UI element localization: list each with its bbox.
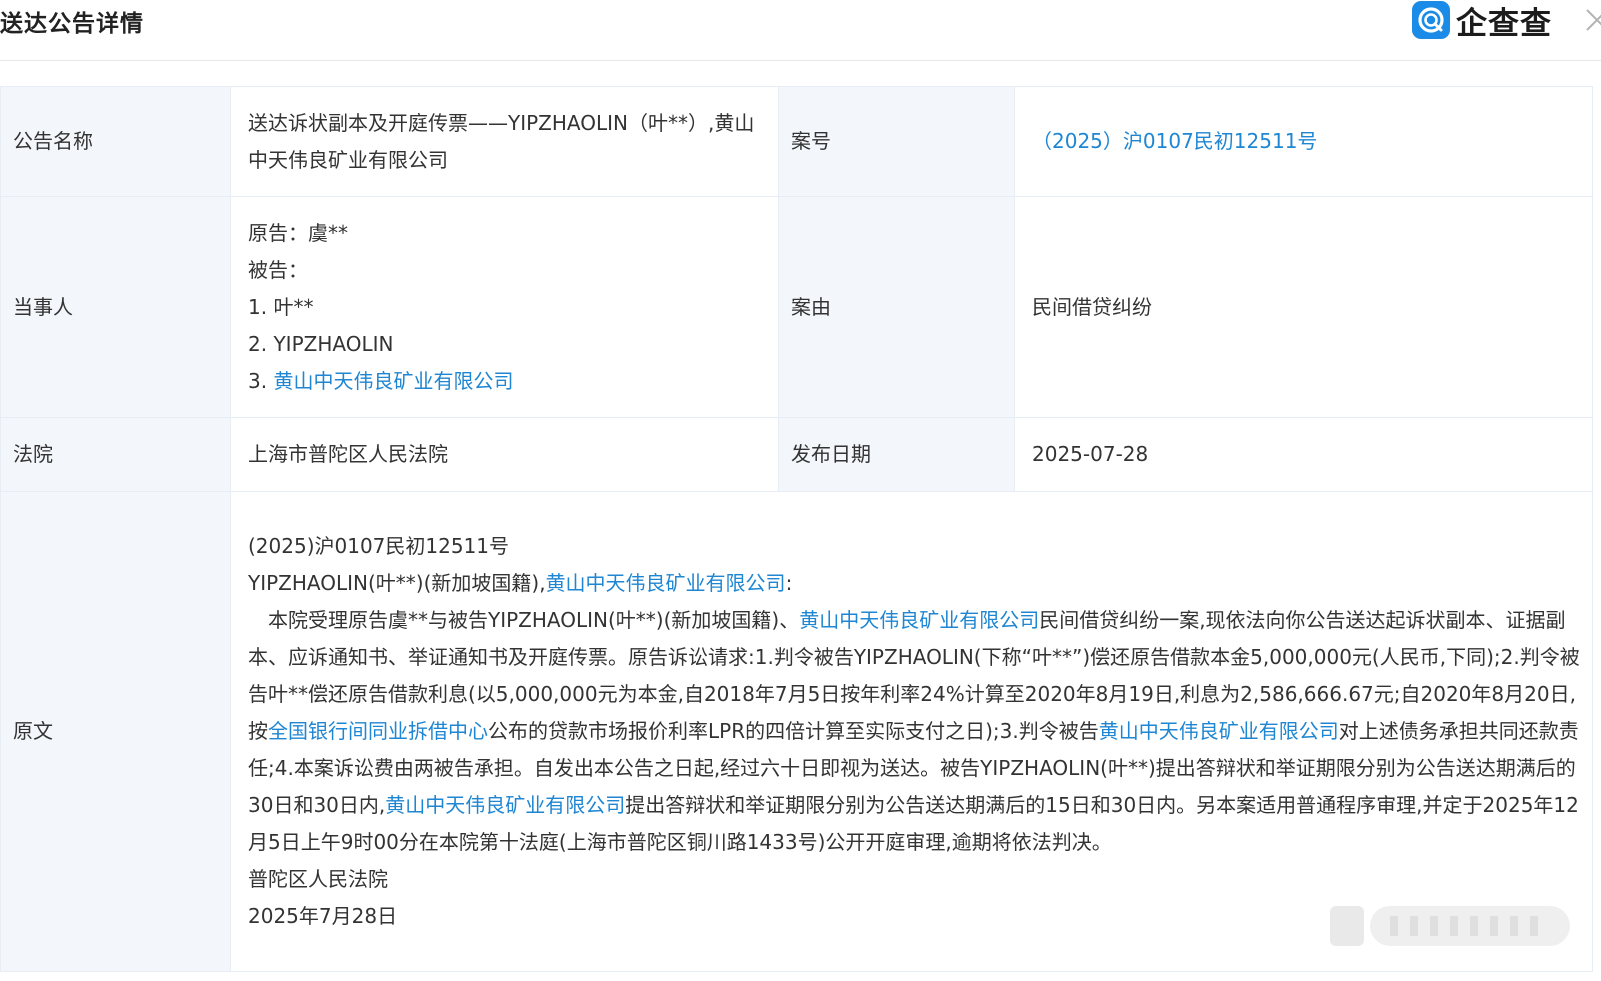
court-label: 法院 <box>0 417 231 492</box>
case-no-label: 案号 <box>778 86 1015 197</box>
cause-value: 民间借贷纠纷 <box>1014 196 1593 418</box>
party-label: 当事人 <box>0 196 231 418</box>
text-label: 原文 <box>0 491 231 972</box>
text-part: 公布的贷款市场报价利率LPR的四倍计算至实际支付之日);3.判令被告 <box>488 719 1099 743</box>
title-value: 送达诉状副本及开庭传票——YIPZHAOLIN（叶**）,黄山中天伟良矿业有限公… <box>230 86 779 197</box>
text-case-line: (2025)沪0107民初12511号 <box>248 534 510 558</box>
close-icon <box>1586 9 1601 31</box>
table-row: 当事人 原告：虞** 被告： 1. 叶** 2. YIPZHAOLIN 3. 黄… <box>0 196 1593 418</box>
defendant-number: 1. <box>248 294 274 319</box>
brand-name: 企查查 <box>1456 5 1552 42</box>
brand: 企查查 <box>1412 0 1552 42</box>
defendant-name: YIPZHAOLIN <box>273 331 394 356</box>
header-bar: 送达公告详情 企查查 <box>0 0 1601 61</box>
text-addressee: YIPZHAOLIN(叶**)(新加坡国籍),黄山中天伟良矿业有限公司: <box>248 565 1584 602</box>
qichacha-logo-icon <box>1412 1 1450 39</box>
defendant-item: 1. 叶** <box>248 289 770 326</box>
defendant-number: 2. <box>248 331 274 356</box>
table-row: 公告名称 送达诉状副本及开庭传票——YIPZHAOLIN（叶**）,黄山中天伟良… <box>0 86 1593 197</box>
plaintiff-line: 原告：虞** <box>248 220 348 245</box>
date-label: 发布日期 <box>778 417 1015 492</box>
interbank-center-link[interactable]: 全国银行间同业拆借中心 <box>268 719 488 743</box>
company-link[interactable]: 黄山中天伟良矿业有限公司 <box>1099 719 1339 743</box>
text-part: 本院受理原告虞**与被告YIPZHAOLIN(叶**)(新加坡国籍)、 <box>248 608 800 632</box>
defendant-item: 2. YIPZHAOLIN <box>248 326 770 363</box>
defendant-number: 3. <box>248 368 274 393</box>
page-title: 送达公告详情 <box>0 11 144 37</box>
addressee-suffix: : <box>785 571 793 595</box>
text-signature: 普陀区人民法院 <box>248 867 388 891</box>
close-button[interactable] <box>1582 5 1601 33</box>
company-link[interactable]: 黄山中天伟良矿业有限公司 <box>546 571 786 595</box>
defendant-name: 叶** <box>273 294 314 319</box>
date-value: 2025-07-28 <box>1014 417 1593 492</box>
text-body: 本院受理原告虞**与被告YIPZHAOLIN(叶**)(新加坡国籍)、黄山中天伟… <box>248 602 1584 861</box>
title-label: 公告名称 <box>0 86 231 197</box>
announcement-detail-table: 公告名称 送达诉状副本及开庭传票——YIPZHAOLIN（叶**）,黄山中天伟良… <box>0 86 1593 972</box>
watermark-icon <box>1330 900 1578 952</box>
case-no-cell: （2025）沪0107民初12511号 <box>1014 86 1593 197</box>
table-row: 法院 上海市普陀区人民法院 发布日期 2025-07-28 <box>0 417 1593 492</box>
addressee-prefix: YIPZHAOLIN(叶**)(新加坡国籍), <box>248 571 546 595</box>
defendant-item: 3. 黄山中天伟良矿业有限公司 <box>248 363 770 400</box>
case-no-value: （2025）沪0107民初12511号 <box>1032 129 1318 153</box>
defendant-company-link[interactable]: 黄山中天伟良矿业有限公司 <box>273 369 513 393</box>
defendant-line: 被告： <box>248 257 308 282</box>
company-link[interactable]: 黄山中天伟良矿业有限公司 <box>385 793 625 817</box>
party-value: 原告：虞** 被告： 1. 叶** 2. YIPZHAOLIN 3. 黄山中天伟… <box>230 196 779 418</box>
company-link[interactable]: 黄山中天伟良矿业有限公司 <box>799 608 1039 632</box>
court-value: 上海市普陀区人民法院 <box>230 417 779 492</box>
cause-label: 案由 <box>778 196 1015 418</box>
